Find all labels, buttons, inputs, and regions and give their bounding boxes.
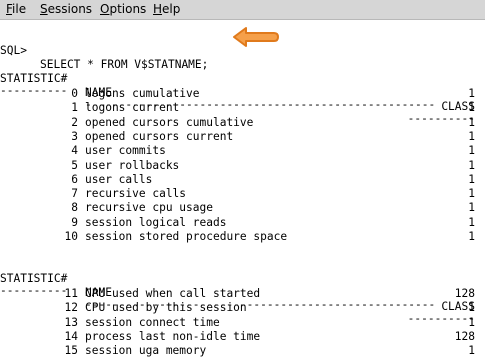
statistic-name: opened cursors cumulative — [85, 115, 254, 129]
table-row: 5 user rollbacks 1 — [0, 159, 485, 173]
menu-file[interactable]: File — [6, 2, 26, 17]
statistic-class: 1 — [468, 344, 475, 358]
table-row: 14 process last non-idle time 128 — [0, 330, 485, 344]
table-row: 2 opened cursors cumulative 1 — [0, 116, 485, 130]
statistic-name: session stored procedure space — [85, 230, 288, 243]
statistic-class: 1 — [468, 301, 475, 315]
statistic-name: session uga memory — [85, 344, 207, 358]
statistic-class: 1 — [468, 187, 475, 201]
menu-bar: File Sessions Options Help — [0, 0, 485, 20]
statistic-number: 14 — [64, 329, 78, 343]
statistic-name: session logical reads — [85, 215, 227, 229]
statistic-name: logons cumulative — [85, 87, 200, 100]
statistic-class: 1 — [468, 172, 475, 186]
statistic-number: 7 — [71, 187, 78, 201]
menu-sessions[interactable]: Sessions — [40, 2, 92, 17]
statistic-number: 4 — [71, 144, 78, 158]
sql-command-line: SQL> SELECT * FROM V$STATNAME; — [0, 30, 208, 71]
statistic-name: user calls — [85, 172, 153, 186]
statistic-class: 1 — [468, 115, 475, 129]
table-row: 0 logons cumulative 1 — [0, 87, 485, 101]
statistic-name: CPU used when call started — [85, 287, 261, 300]
table-row: 12 CPU used by this session 1 — [0, 301, 485, 315]
statistic-class: 1 — [468, 158, 475, 172]
statistic-name: logons current — [85, 101, 180, 115]
table-row: 6 user calls 1 — [0, 173, 485, 187]
statistic-class: 1 — [468, 87, 475, 100]
table-row: 7 recursive calls 1 — [0, 187, 485, 201]
table-row: 9 session logical reads 1 — [0, 216, 485, 230]
left-pointing-arrow-icon — [233, 27, 279, 47]
statistic-class: 1 — [468, 315, 475, 329]
statistic-class: 1 — [468, 201, 475, 215]
statistic-number: 3 — [71, 129, 78, 143]
table-row: 13 session connect time 1 — [0, 316, 485, 330]
statistic-number: 9 — [71, 215, 78, 229]
statistic-number: 12 — [64, 301, 78, 315]
statistic-number: 10 — [64, 230, 78, 243]
statistic-name: process last non-idle time — [85, 329, 261, 343]
statistic-name: CPU used by this session — [85, 301, 247, 315]
statistic-class: 1 — [468, 144, 475, 158]
table-row: 8 recursive cpu usage 1 — [0, 201, 485, 215]
statistic-class: 1 — [468, 101, 475, 115]
statistic-number: 8 — [71, 201, 78, 215]
table-row: 3 opened cursors current 1 — [0, 130, 485, 144]
sql-prompt: SQL> — [0, 44, 27, 57]
statistic-number: 11 — [64, 287, 78, 300]
statistic-name: session connect time — [85, 315, 220, 329]
statistic-number: 15 — [64, 344, 78, 358]
statistic-number: 5 — [71, 158, 78, 172]
statistic-number: 2 — [71, 115, 78, 129]
statistic-name: opened cursors current — [85, 129, 234, 143]
menu-options[interactable]: Options — [100, 2, 146, 17]
statistic-name: recursive calls — [85, 187, 187, 201]
table-row: 1 logons current 1 — [0, 101, 485, 115]
statistic-number: 13 — [64, 315, 78, 329]
table-row: 10 session stored procedure space 1 — [0, 230, 485, 244]
sql-output-terminal[interactable]: SQL> SELECT * FROM V$STATNAME; STATISTIC… — [0, 22, 485, 358]
statistic-class: 128 — [454, 329, 475, 343]
statistic-name: user commits — [85, 144, 166, 158]
statistic-class: 1 — [468, 230, 475, 243]
statistic-number: 1 — [71, 101, 78, 115]
table-row: 4 user commits 1 — [0, 144, 485, 158]
statistic-name: recursive cpu usage — [85, 201, 213, 215]
separator-row: ---------- -----------------------------… — [0, 70, 485, 125]
statistic-class: 128 — [454, 287, 475, 300]
statistic-class: 1 — [468, 215, 475, 229]
statistic-class: 1 — [468, 129, 475, 143]
statistic-number: 6 — [71, 172, 78, 186]
statistic-number: 0 — [71, 87, 78, 100]
table-row: 11 CPU used when call started 128 — [0, 287, 485, 301]
separator-row: ---------- -----------------------------… — [0, 270, 485, 325]
table-row: 15 session uga memory 1 — [0, 344, 485, 358]
menu-help[interactable]: Help — [153, 2, 180, 17]
statistic-name: user rollbacks — [85, 158, 180, 172]
